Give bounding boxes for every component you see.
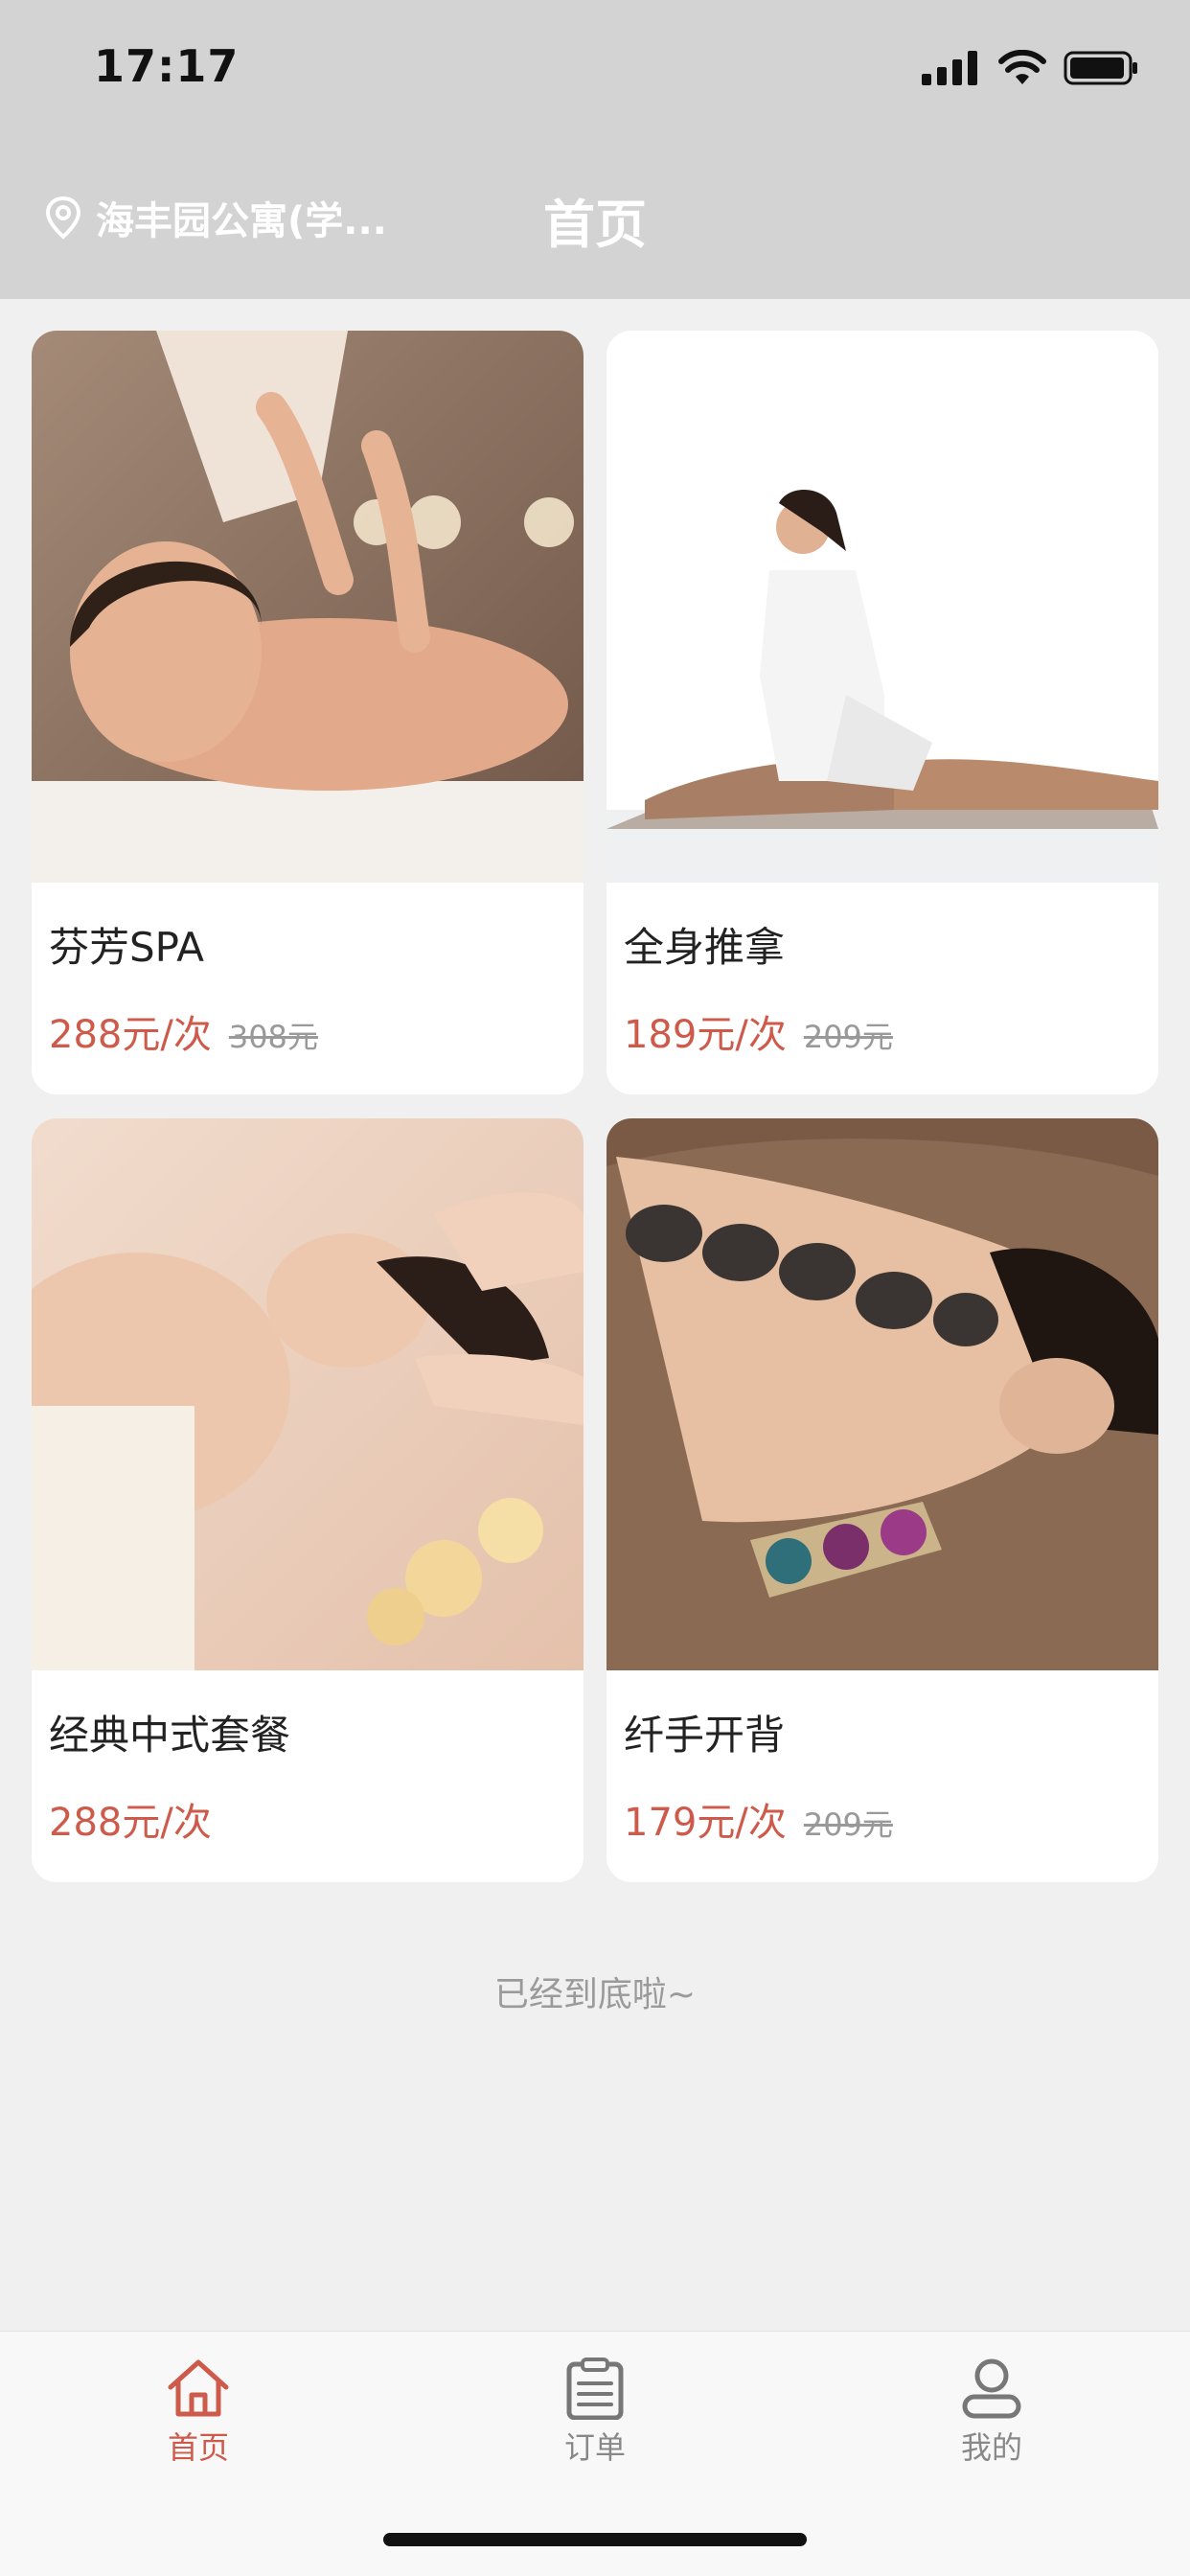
product-card[interactable]: 纤手开背 179元/次 209元 [606, 1118, 1158, 1882]
page: 17:17 海丰园公寓(学... 首页 芬芳SPA 288元/次 308元 全身… [0, 0, 1190, 2576]
battery-icon [1064, 51, 1137, 85]
price-row: 288元/次 [49, 1791, 212, 1847]
product-name: 全身推拿 [624, 924, 786, 971]
price-row: 288元/次 308元 [49, 1003, 318, 1059]
tab-home[interactable]: 首页 [103, 2357, 294, 2468]
product-image [606, 1118, 1158, 1670]
status-icons [922, 50, 1140, 86]
product-image [32, 1118, 584, 1670]
product-card[interactable]: 芬芳SPA 288元/次 308元 [32, 331, 584, 1094]
tab-profile-label: 我的 [960, 2429, 1022, 2466]
tab-orders[interactable]: 订单 [499, 2357, 691, 2468]
product-original-price: 209元 [803, 1806, 893, 1843]
list-end-text: 已经到底啦~ [493, 1975, 697, 2014]
status-time: 17:17 [94, 40, 240, 92]
user-icon [962, 2358, 1021, 2419]
product-price: 288元/次 [49, 1801, 212, 1845]
home-icon [168, 2359, 229, 2417]
tab-home-label: 首页 [167, 2429, 229, 2466]
tab-profile[interactable]: 我的 [896, 2357, 1087, 2468]
price-row: 189元/次 209元 [624, 1003, 893, 1059]
product-original-price: 209元 [803, 1019, 893, 1055]
cellular-signal-icon [922, 51, 977, 85]
product-price: 288元/次 [49, 1013, 212, 1057]
product-image [606, 331, 1158, 883]
product-name: 经典中式套餐 [49, 1712, 291, 1759]
product-image [32, 331, 584, 883]
product-card[interactable]: 经典中式套餐 288元/次 [32, 1118, 584, 1882]
product-original-price: 308元 [228, 1019, 318, 1055]
tab-orders-label: 订单 [563, 2429, 626, 2466]
product-name: 芬芳SPA [49, 924, 205, 971]
product-price: 189元/次 [624, 1013, 787, 1057]
product-price: 179元/次 [624, 1801, 787, 1845]
wifi-icon [998, 50, 1046, 84]
header: 17:17 海丰园公寓(学... 首页 [0, 0, 1190, 299]
page-title: 首页 [543, 195, 647, 255]
product-card[interactable]: 全身推拿 189元/次 209元 [606, 331, 1158, 1094]
home-indicator [383, 2533, 807, 2546]
price-row: 179元/次 209元 [624, 1791, 893, 1847]
clipboard-icon [566, 2358, 624, 2420]
product-name: 纤手开背 [624, 1712, 786, 1759]
